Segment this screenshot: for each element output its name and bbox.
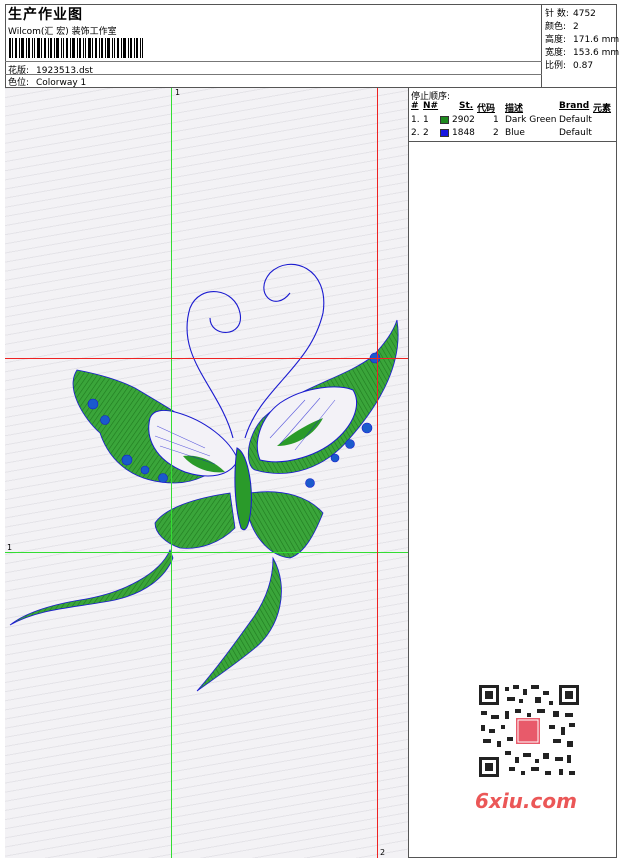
stat-width-label: 宽度: [545, 48, 567, 58]
header-divider [5, 61, 542, 62]
stat-scale: 比例: 0.87 [545, 58, 593, 71]
colorway: 色位: Colorway 1 [8, 75, 86, 88]
row-stitches: 2902 [452, 115, 475, 125]
design-canvas: 1 1 2 [5, 88, 409, 858]
row-desc: Dark Green [505, 115, 557, 125]
row-num: 1. [411, 115, 420, 125]
stat-height-label: 高度: [545, 35, 567, 45]
barcode [9, 38, 143, 58]
stat-scale-value: 0.87 [573, 61, 594, 71]
row-stitches: 1848 [452, 128, 475, 138]
stat-height: 高度: 171.6 mm [545, 32, 619, 45]
col-header-code: 代码 [477, 104, 496, 114]
guide-label-bottom: 2 [380, 848, 386, 857]
red-seal-icon [516, 718, 540, 744]
row-brand: Default [559, 115, 592, 125]
col-header-stitches: St. [459, 101, 474, 111]
watermark-site: 6xiu.com [475, 789, 577, 813]
stat-stitches-value: 4752 [573, 9, 596, 19]
colorway-value: Colorway 1 [36, 78, 87, 88]
row-code: 1 [493, 115, 499, 125]
color-swatch [440, 129, 449, 137]
guide-horizontal-green [5, 552, 408, 553]
col-header-index: # [411, 101, 419, 111]
col-header-brand: Brand [559, 101, 590, 111]
row-code: 2 [493, 128, 499, 138]
stat-stitches: 针 数: 4752 [545, 6, 596, 19]
guide-label-left: 1 [7, 543, 13, 552]
guide-horizontal-red [5, 358, 408, 359]
studio-name: Wilcom(汇 宏) 装饰工作室 [8, 27, 117, 37]
col-header-n: N# [423, 101, 439, 111]
row-n: 2 [423, 128, 429, 138]
design-stats: 针 数: 4752 颜色: 2 高度: 171.6 mm 宽度: 153.6 mm 比例… [543, 4, 619, 87]
sheet-title: 生产作业图 [8, 7, 83, 23]
col-header-desc: 描述 [505, 104, 524, 114]
stat-colors-value: 2 [573, 22, 579, 32]
guide-vertical-red [377, 88, 378, 858]
stat-colors-label: 颜色: [545, 22, 567, 32]
stat-height-value: 171.6 mm [573, 35, 620, 45]
qr-code-watermark [469, 681, 581, 781]
stat-colors: 颜色: 2 [545, 19, 579, 32]
guide-label-top: 1 [175, 88, 181, 97]
row-brand: Default [559, 128, 592, 138]
stat-width-value: 153.6 mm [573, 48, 620, 58]
row-desc: Blue [505, 128, 525, 138]
row-n: 1 [423, 115, 429, 125]
sheet-header: 生产作业图 Wilcom(汇 宏) 装饰工作室 花版: 1923513.dst … [5, 4, 619, 88]
col-header-element: 元素 [593, 104, 612, 114]
color-swatch [440, 116, 449, 124]
stat-stitches-label: 针 数: [545, 9, 569, 19]
header-info: 生产作业图 Wilcom(汇 宏) 装饰工作室 花版: 1923513.dst … [5, 4, 542, 88]
embroidery-design [9, 263, 399, 692]
guide-vertical-green [171, 88, 172, 858]
row-num: 2. [411, 128, 420, 138]
stat-width: 宽度: 153.6 mm [545, 45, 619, 58]
stat-scale-label: 比例: [545, 61, 567, 71]
table-bottom-divider [409, 141, 617, 142]
colorway-label: 色位: [8, 78, 30, 88]
